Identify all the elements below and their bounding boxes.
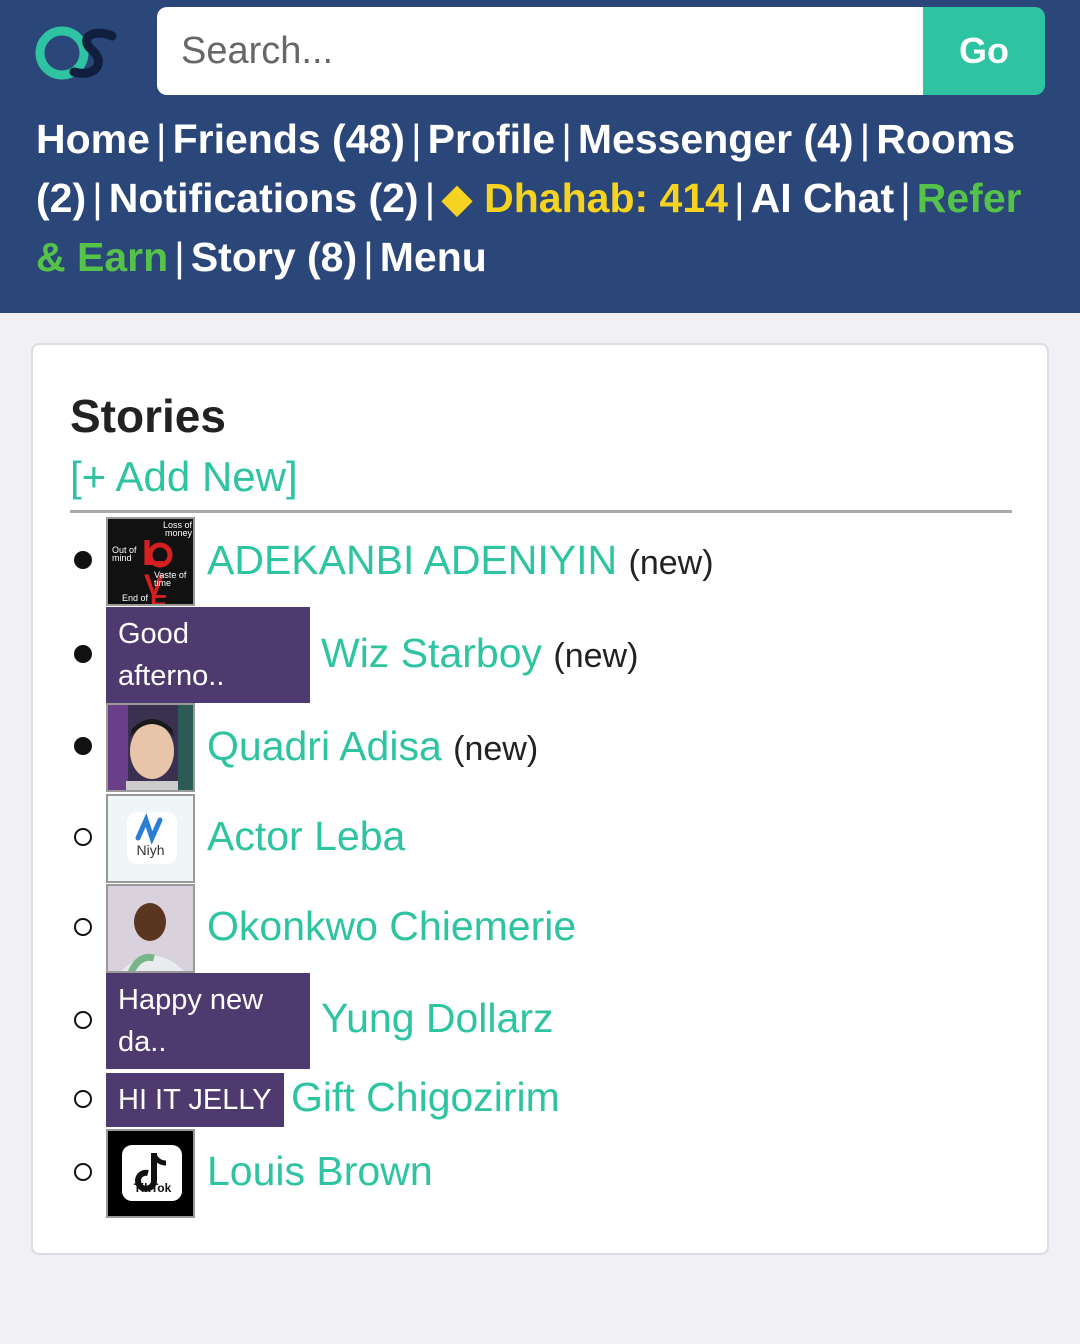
unseen-bullet-icon: [74, 737, 92, 755]
love-poster-image[interactable]: L V E Loss of money Out of mind Vaste of…: [106, 517, 195, 606]
text-story-thumb[interactable]: HI IT JELLY: [106, 1073, 284, 1127]
poster-line: End of: [122, 593, 149, 603]
new-tag: (new): [453, 730, 539, 768]
nav-dhahab[interactable]: ◆ Dhahab: 414: [441, 175, 728, 221]
nav-separator: |: [424, 175, 436, 221]
niyh-label: Niyh: [136, 842, 165, 858]
nav-home[interactable]: Home: [36, 116, 150, 162]
seen-bullet-icon: [74, 918, 92, 936]
stories-title: Stories: [70, 390, 226, 442]
story-author-link[interactable]: ADEKANBI ADENIYIN (new): [207, 537, 714, 584]
search-input[interactable]: [157, 7, 923, 95]
story-author-name: Wiz Starboy: [321, 630, 542, 676]
svg-text:E: E: [150, 589, 167, 606]
story-author-name: Yung Dollarz: [321, 995, 554, 1041]
selfie-photo-image[interactable]: [106, 884, 195, 973]
divider: [70, 510, 1012, 513]
os-logo-icon[interactable]: [34, 20, 124, 84]
story-author-name: Quadri Adisa: [207, 723, 442, 769]
seen-bullet-icon: [74, 1163, 92, 1181]
story-author-link[interactable]: Quadri Adisa (new): [207, 723, 538, 770]
story-author-name: Okonkwo Chiemerie: [207, 903, 577, 949]
poster-line: Out of mind: [112, 545, 137, 563]
story-author-link[interactable]: Louis Brown: [207, 1148, 433, 1195]
story-author-name: ADEKANBI ADENIYIN: [207, 537, 618, 583]
story-author-link[interactable]: Gift Chigozirim: [291, 1074, 560, 1121]
nav-story[interactable]: Story (8): [191, 234, 357, 280]
nav-separator: |: [733, 175, 745, 221]
go-button[interactable]: Go: [923, 7, 1045, 95]
story-author-link[interactable]: Yung Dollarz: [321, 995, 553, 1042]
nav-friends[interactable]: Friends (48): [173, 116, 405, 162]
tiktok-logo[interactable]: TikTok: [106, 1129, 195, 1218]
tiktok-label: TikTok: [133, 1181, 172, 1195]
nav-separator: |: [92, 175, 103, 221]
add-new-story-link[interactable]: [+ Add New]: [70, 453, 298, 501]
unseen-bullet-icon: [74, 551, 92, 569]
nav-separator: |: [859, 116, 871, 162]
story-author-link[interactable]: Okonkwo Chiemerie: [207, 903, 576, 950]
nav-ai-chat[interactable]: AI Chat: [751, 175, 895, 221]
unseen-bullet-icon: [74, 645, 92, 663]
nav-separator: |: [155, 116, 167, 162]
man-portrait-image[interactable]: [106, 703, 195, 792]
seen-bullet-icon: [74, 1090, 92, 1108]
search-bar: Go: [157, 7, 1045, 95]
nav-profile[interactable]: Profile: [428, 116, 556, 162]
nav-separator: |: [900, 175, 911, 221]
story-author-name: Louis Brown: [207, 1148, 433, 1194]
story-author-link[interactable]: Actor Leba: [207, 813, 405, 860]
nav-separator: |: [363, 234, 374, 280]
stories-card: Stories [+ Add New] L V E Loss of money …: [31, 343, 1049, 1255]
top-header: Go Home|Friends (48)|Profile|Messenger (…: [0, 0, 1080, 313]
text-story-thumb[interactable]: Good afterno..: [106, 607, 310, 703]
nav-notifications[interactable]: Notifications (2): [109, 175, 419, 221]
text-story-thumb[interactable]: Happy new da..: [106, 973, 310, 1069]
nav-separator: |: [410, 116, 422, 162]
seen-bullet-icon: [74, 828, 92, 846]
new-tag: (new): [553, 637, 639, 675]
story-author-name: Actor Leba: [207, 813, 406, 859]
story-author-link[interactable]: Wiz Starboy (new): [321, 630, 638, 677]
poster-line: Vaste of time: [154, 570, 187, 588]
poster-line: Loss of money: [162, 520, 192, 538]
main-nav: Home | Friends (48) | Profile | Messenger (4) |…: [36, 110, 1056, 287]
seen-bullet-icon: [74, 1011, 92, 1029]
new-tag: (new): [628, 544, 714, 582]
nav-separator: |: [174, 234, 185, 280]
nav-menu[interactable]: Menu: [380, 234, 487, 280]
niyh-app-logo[interactable]: Niyh: [106, 794, 195, 883]
story-author-name: Gift Chigozirim: [291, 1074, 560, 1120]
nav-messenger[interactable]: Messenger (4): [578, 116, 854, 162]
nav-separator: |: [561, 116, 572, 162]
